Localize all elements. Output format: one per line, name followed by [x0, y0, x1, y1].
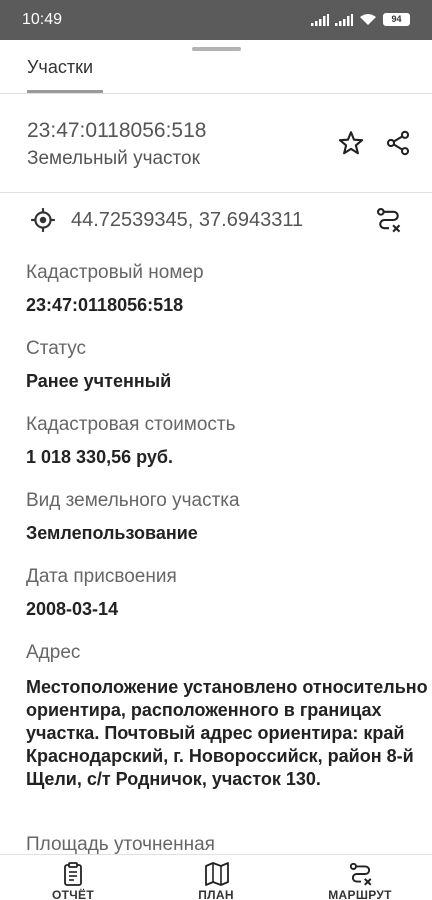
drag-handle[interactable] — [192, 47, 241, 51]
favorite-button[interactable] — [336, 128, 366, 158]
share-icon — [386, 130, 410, 156]
map-icon — [205, 862, 229, 886]
land-type-value: Землепользование — [26, 523, 198, 543]
nav-report-label: ОТЧЁТ — [52, 888, 94, 900]
star-icon — [338, 131, 364, 155]
crosshair-icon — [31, 208, 55, 232]
nav-route-label: МАРШРУТ — [328, 888, 392, 900]
cadastral-cost-label: Кадастровая стоимость — [26, 414, 236, 435]
nav-plan-label: ПЛАН — [198, 888, 234, 900]
divider — [0, 192, 432, 193]
status-bar: 10:49 94 — [0, 0, 432, 40]
parcel-number: 23:47:0118056:518 — [27, 119, 207, 142]
assignment-date-value: 2008-03-14 — [26, 599, 119, 619]
assignment-date-label: Дата присвоения — [26, 566, 177, 587]
signal-icon — [311, 13, 329, 26]
coordinates: 44.72539345, 37.6943311 — [71, 209, 304, 231]
wifi-icon — [360, 14, 376, 25]
route-icon — [349, 862, 372, 886]
refined-area-label: Площадь уточненная — [26, 834, 215, 855]
nav-plan[interactable]: ПЛАН — [156, 855, 276, 900]
cadastral-number-value: 23:47:0118056:518 — [26, 295, 184, 315]
battery-icon: 94 — [383, 13, 410, 26]
location-button[interactable] — [29, 206, 57, 234]
bottom-nav: ОТЧЁТ ПЛАН МАРШРУТ — [0, 854, 432, 900]
route-button[interactable] — [374, 206, 404, 234]
address-label: Адрес — [26, 642, 81, 663]
report-icon — [64, 862, 82, 886]
parcel-sheet: Участки 23:47:0118056:518 Земельный учас… — [0, 40, 432, 900]
tab-parcels[interactable]: Участки — [27, 57, 93, 78]
status-label: Статус — [26, 338, 87, 359]
status-icons: 94 — [311, 13, 410, 26]
share-button[interactable] — [383, 128, 413, 158]
cadastral-number-label: Кадастровый номер — [26, 262, 204, 283]
clock: 10:49 — [22, 11, 63, 28]
land-type-label: Вид земельного участка — [26, 490, 240, 511]
signal-icon — [335, 13, 353, 26]
parcel-type: Земельный участок — [27, 148, 200, 169]
nav-route[interactable]: МАРШРУТ — [300, 855, 420, 900]
route-icon — [376, 207, 401, 233]
status-value: Ранее учтенный — [26, 371, 172, 391]
cadastral-cost-value: 1 018 330,56 руб. — [26, 447, 173, 467]
divider — [0, 93, 432, 94]
nav-report[interactable]: ОТЧЁТ — [13, 855, 133, 900]
address-value: Местоположение установлено относительно … — [26, 677, 428, 789]
